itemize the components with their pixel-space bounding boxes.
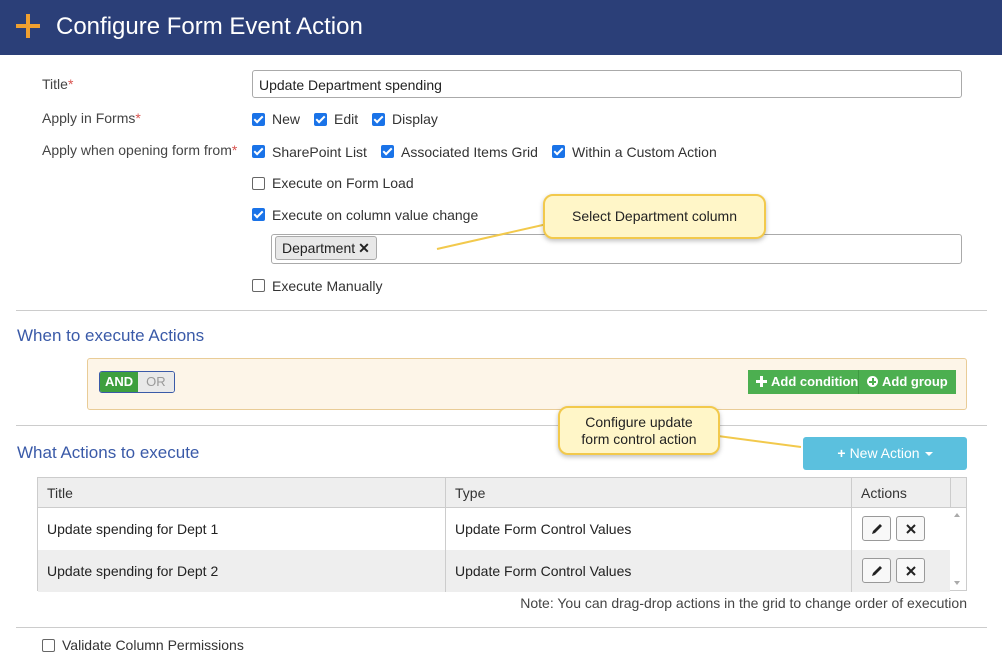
row-actions: [851, 508, 950, 550]
row-type: Update Form Control Values: [445, 508, 851, 550]
row-type: Update Form Control Values: [445, 550, 851, 592]
delete-button[interactable]: [896, 558, 925, 583]
checkbox-execute-manually[interactable]: [252, 279, 265, 292]
or-toggle[interactable]: OR: [138, 372, 174, 392]
when-section-title: When to execute Actions: [17, 326, 205, 345]
checkbox-validate-permissions-label: Validate Column Permissions: [62, 637, 244, 653]
actions-grid: Title Type Actions Update spending for D…: [37, 477, 967, 592]
header-scroll-spacer: [950, 478, 966, 508]
checkbox-validate-permissions[interactable]: [42, 639, 55, 652]
pencil-icon: [871, 565, 882, 576]
plus-circle-icon: [867, 376, 878, 387]
caret-down-icon: [924, 452, 933, 456]
divider: [16, 627, 987, 628]
column-header-actions: Actions: [851, 478, 950, 508]
row-title: Update spending for Dept 2: [47, 563, 219, 579]
row-title: Update spending for Dept 1: [47, 521, 219, 537]
callout-connector-column: [436, 221, 557, 250]
callout-connector-action: [717, 435, 802, 448]
column-header-type[interactable]: Type: [445, 478, 851, 508]
edit-button[interactable]: [862, 516, 891, 541]
grid-scrollbar[interactable]: [950, 508, 966, 590]
close-icon: [905, 523, 916, 534]
add-group-button[interactable]: Add group: [858, 370, 956, 394]
column-header-title[interactable]: Title: [38, 478, 445, 508]
row-actions: [851, 550, 950, 592]
actions-section-title: What Actions to execute: [17, 443, 200, 462]
and-or-toggle: AND OR: [99, 371, 175, 393]
checkbox-execute-manually-label: Execute Manually: [272, 278, 383, 294]
callout-select-column: Select Department column: [543, 194, 766, 239]
delete-button[interactable]: [896, 516, 925, 541]
grid-note: Note: You can drag-drop actions in the g…: [520, 595, 967, 611]
divider: [16, 425, 987, 426]
plus-icon: +: [837, 445, 846, 461]
divider: [16, 310, 987, 311]
conditions-box: AND OR Add condition Add group: [87, 358, 967, 410]
pencil-icon: [871, 523, 882, 534]
plus-icon: [756, 376, 767, 387]
table-row[interactable]: Update spending for Dept 2 Update Form C…: [38, 550, 950, 592]
callout-configure-action: Configure update form control action: [558, 406, 720, 455]
scroll-down-icon[interactable]: [954, 581, 960, 585]
scroll-up-icon[interactable]: [954, 513, 960, 517]
table-row[interactable]: Update spending for Dept 1 Update Form C…: [38, 508, 950, 550]
new-action-button[interactable]: + New Action: [803, 437, 967, 470]
and-toggle[interactable]: AND: [100, 372, 139, 392]
add-condition-button[interactable]: Add condition: [748, 370, 867, 394]
close-icon: [905, 565, 916, 576]
edit-button[interactable]: [862, 558, 891, 583]
